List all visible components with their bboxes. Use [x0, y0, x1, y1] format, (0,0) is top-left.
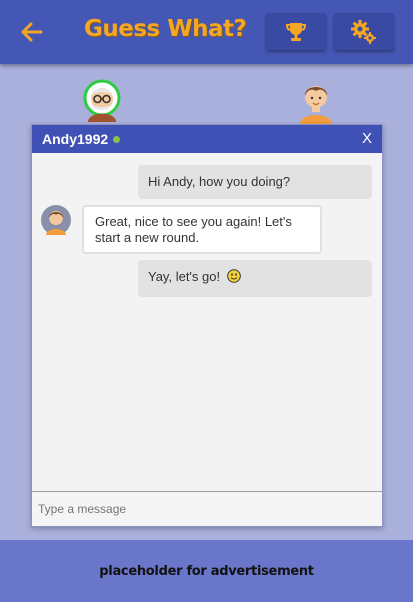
- outgoing-message: Hi Andy, how you doing?: [138, 165, 372, 199]
- leaderboard-button[interactable]: [266, 13, 326, 50]
- smiley-icon: [226, 269, 241, 283]
- grandpa-avatar-icon: [83, 79, 121, 122]
- outgoing-message-text: Yay, let's go!: [148, 269, 221, 284]
- gears-icon: [351, 19, 376, 44]
- chat-header: Andy1992 X: [32, 125, 382, 153]
- advertisement-banner[interactable]: placeholder for advertisement: [0, 540, 413, 602]
- outgoing-message: Yay, let's go!: [138, 260, 372, 297]
- trophy-icon: [285, 22, 307, 41]
- online-status-indicator: [113, 136, 121, 143]
- opponent-player-avatar[interactable]: [80, 78, 124, 124]
- advertisement-text: placeholder for advertisement: [99, 563, 314, 579]
- contact-avatar: [41, 205, 71, 235]
- back-button[interactable]: [18, 18, 46, 46]
- top-app-bar: Guess What?: [0, 0, 413, 64]
- incoming-message: Great, nice to see you again! Let's star…: [82, 205, 322, 254]
- chat-window: Andy1992 X Hi Andy, how you doing? Great…: [31, 124, 383, 527]
- boy-avatar-icon: [41, 205, 71, 235]
- close-chat-button[interactable]: X: [362, 130, 372, 147]
- arrow-left-icon: [21, 22, 43, 42]
- message-input[interactable]: [32, 491, 382, 526]
- app-title: Guess What?: [84, 16, 247, 42]
- boy-avatar-icon: [300, 86, 332, 124]
- settings-button[interactable]: [334, 13, 394, 50]
- player-avatar[interactable]: [294, 78, 338, 124]
- chat-contact-name: Andy1992: [42, 131, 109, 147]
